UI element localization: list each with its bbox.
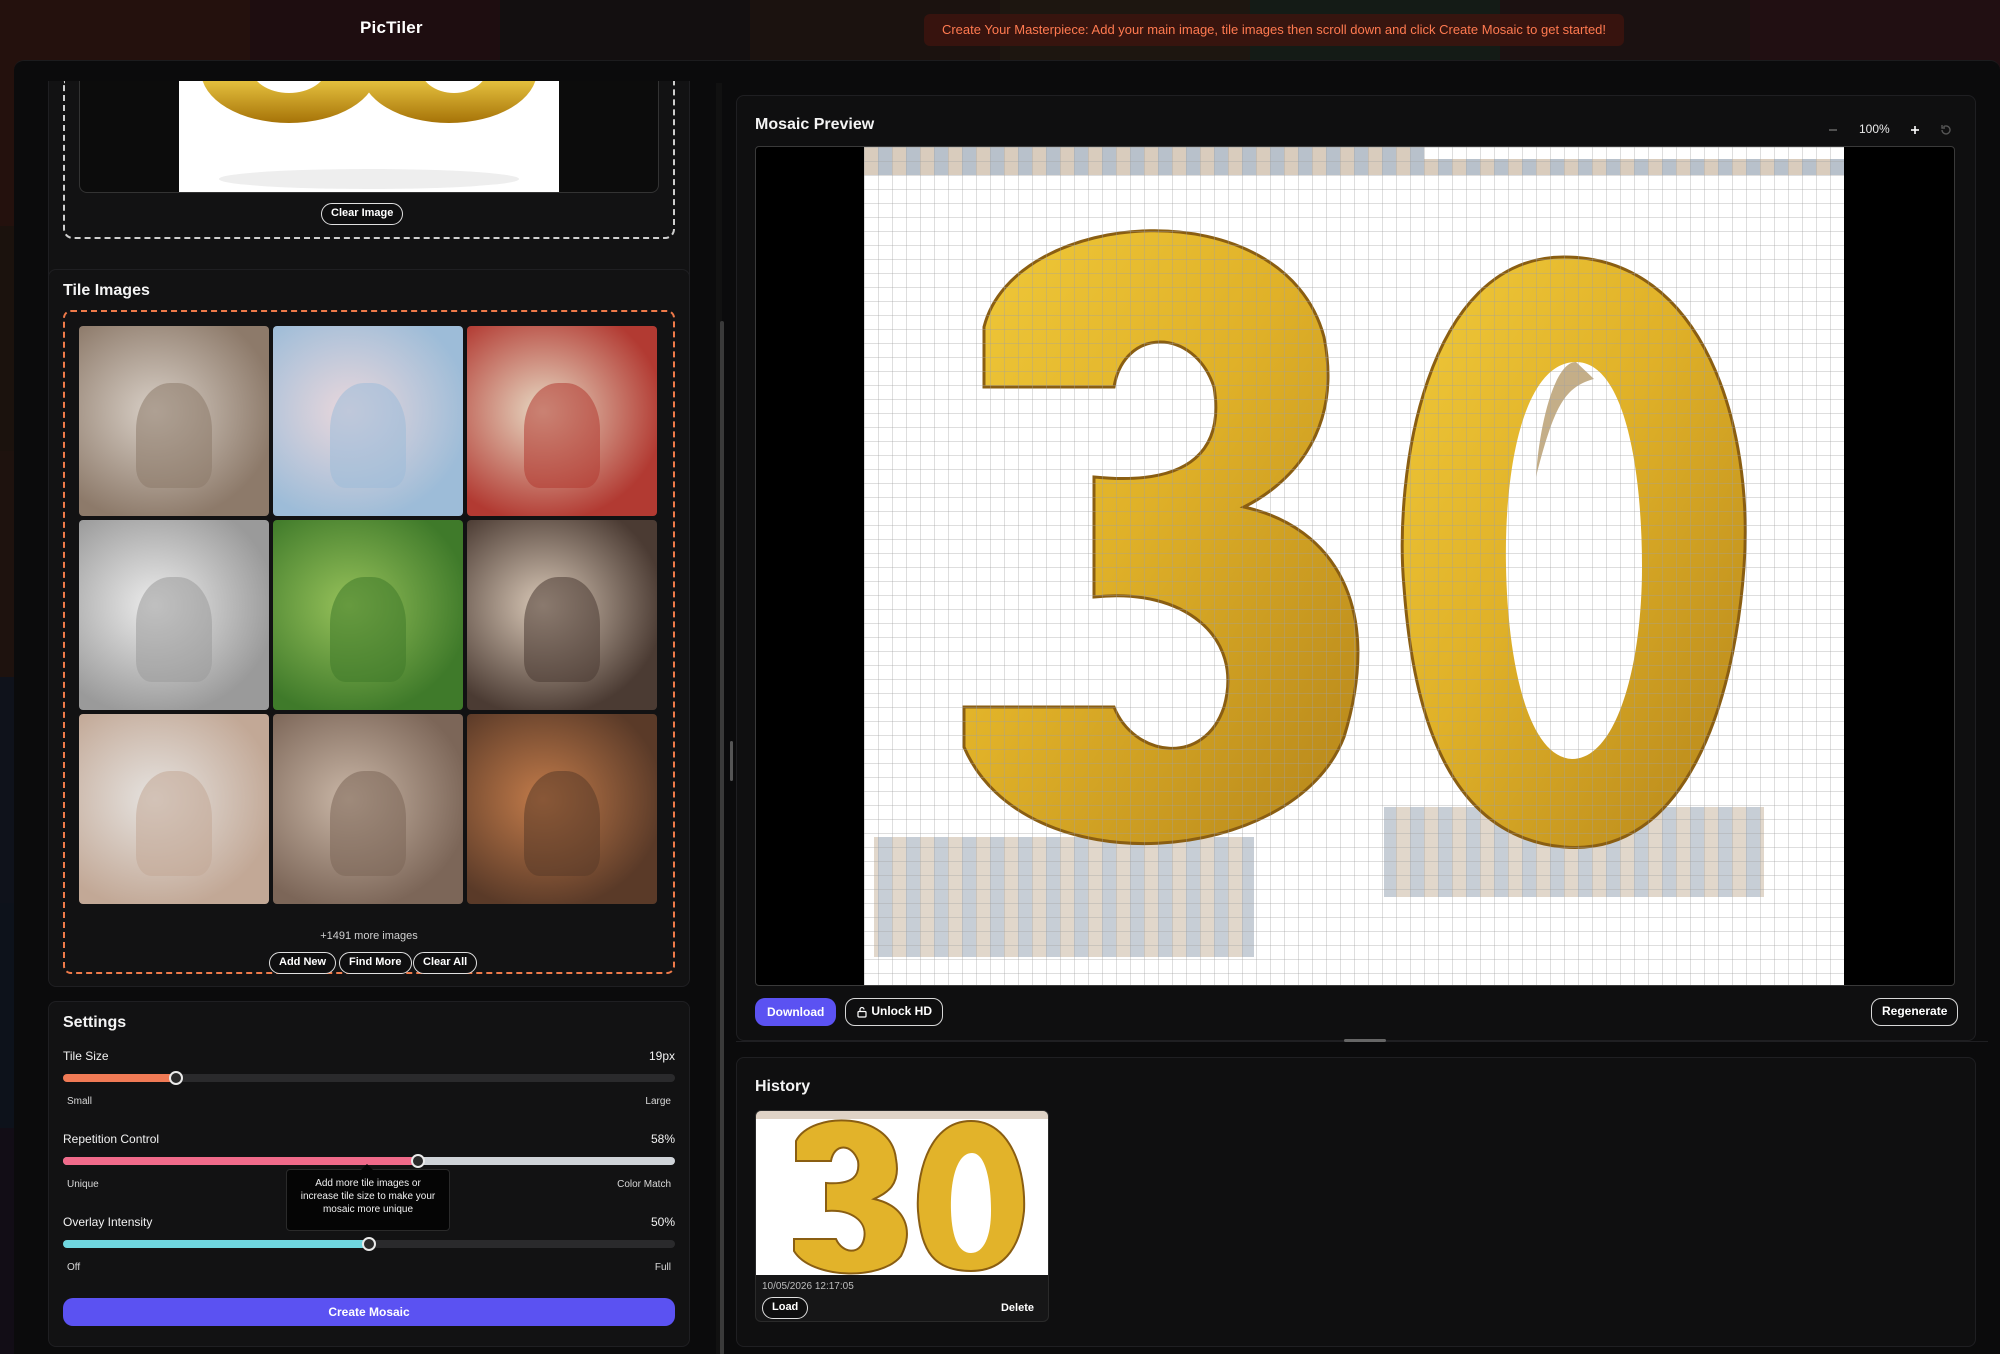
overlay-slider-thumb[interactable] bbox=[362, 1237, 376, 1251]
lock-icon bbox=[856, 1004, 868, 1018]
tile-photo-subject bbox=[136, 383, 212, 488]
history-title: History bbox=[755, 1078, 811, 1095]
repetition-min-label: Unique bbox=[67, 1179, 99, 1190]
tile-image-mother-daughter-hug[interactable] bbox=[467, 520, 657, 710]
gold-30-image bbox=[202, 81, 536, 189]
download-button[interactable]: Download bbox=[755, 998, 837, 1026]
tile-photo-subject bbox=[524, 771, 600, 876]
main-image-preview bbox=[179, 81, 559, 192]
tile-photo-subject bbox=[330, 383, 406, 488]
settings-title: Settings bbox=[63, 1014, 127, 1031]
mosaic-preview-canvas[interactable] bbox=[755, 146, 1955, 986]
tile-image-family-on-couch[interactable] bbox=[79, 326, 269, 516]
repetition-tooltip: Add more tile images or increase tile si… bbox=[286, 1164, 450, 1231]
history-item[interactable]: 10/05/2026 12:17:05 Load Delete bbox=[755, 1110, 1049, 1322]
brand-logo-text[interactable]: PicTiler bbox=[360, 18, 423, 38]
top-bar: PicTiler Create Your Masterpiece: Add yo… bbox=[0, 0, 2000, 58]
create-mosaic-button[interactable]: Create Mosaic bbox=[63, 1298, 675, 1326]
tile-size-label: Tile Size bbox=[63, 1049, 109, 1063]
mosaic-tile-grid bbox=[864, 147, 1844, 985]
tile-photo-subject bbox=[136, 577, 212, 682]
tile-photo-subject bbox=[330, 577, 406, 682]
main-image-dropzone[interactable]: Clear Image bbox=[63, 81, 675, 239]
more-images-count: +1491 more images bbox=[320, 930, 418, 942]
tile-images-dropzone[interactable]: +1491 more images Add New Find More Clea… bbox=[63, 310, 675, 974]
tile-image-grandparents-smiling[interactable] bbox=[273, 326, 463, 516]
tile-size-slider-thumb[interactable] bbox=[168, 1071, 183, 1085]
tile-size-min-label: Small bbox=[67, 1096, 93, 1107]
unlock-hd-button[interactable]: Unlock HD bbox=[845, 998, 944, 1026]
repetition-label: Repetition Control bbox=[63, 1132, 160, 1146]
regenerate-button[interactable]: Regenerate bbox=[1871, 998, 1959, 1026]
mosaic-preview-card: Mosaic Preview 100% Download Unlock HD R… bbox=[736, 95, 1976, 1041]
history-card: History 10/05/2026 12:17:05 Load Delete bbox=[736, 1057, 1976, 1347]
tile-photo-subject bbox=[136, 771, 212, 876]
tile-image-kids-playing-in-park[interactable] bbox=[273, 520, 463, 710]
mosaic-image bbox=[864, 147, 1844, 985]
overlay-min-label: Off bbox=[67, 1262, 81, 1273]
tile-size-slider-fill bbox=[63, 1074, 176, 1082]
tile-photo-subject bbox=[524, 577, 600, 682]
tile-image-elderly-couple-laptop[interactable] bbox=[467, 714, 657, 904]
instruction-banner: Create Your Masterpiece: Add your main i… bbox=[924, 14, 1624, 46]
reset-icon[interactable] bbox=[1939, 122, 1953, 137]
zoom-out-icon[interactable] bbox=[1827, 122, 1839, 136]
tile-size-slider[interactable] bbox=[63, 1071, 675, 1085]
section-resize-handle[interactable] bbox=[1344, 1039, 1386, 1042]
history-mosaic-thumb bbox=[756, 1111, 1048, 1275]
tile-image-baby-hand[interactable] bbox=[79, 714, 269, 904]
repetition-slider-thumb[interactable] bbox=[410, 1154, 425, 1168]
repetition-max-label: Color Match bbox=[617, 1179, 671, 1190]
zoom-level: 100% bbox=[1859, 122, 1890, 136]
overlay-label: Overlay Intensity bbox=[63, 1215, 153, 1229]
clear-image-button[interactable]: Clear Image bbox=[321, 203, 404, 225]
main-image-card: Clear Image bbox=[48, 81, 690, 299]
tile-size-max-label: Large bbox=[645, 1096, 671, 1107]
tile-photo-subject bbox=[524, 383, 600, 488]
history-load-button[interactable]: Load bbox=[762, 1297, 809, 1319]
clear-all-button[interactable]: Clear All bbox=[413, 952, 478, 974]
tile-photo-subject bbox=[330, 771, 406, 876]
tile-image-grid bbox=[79, 326, 659, 904]
overlay-slider[interactable] bbox=[63, 1237, 675, 1251]
overlay-max-label: Full bbox=[654, 1262, 671, 1273]
repetition-value: 58% bbox=[650, 1132, 675, 1146]
history-thumbnail[interactable] bbox=[756, 1111, 1048, 1275]
overlay-value: 50% bbox=[650, 1215, 675, 1229]
unlock-hd-label: Unlock HD bbox=[871, 1004, 933, 1018]
column-resize-handle[interactable] bbox=[730, 741, 733, 781]
find-more-button[interactable]: Find More bbox=[339, 952, 412, 974]
zoom-in-icon[interactable] bbox=[1909, 122, 1921, 136]
mosaic-preview-title: Mosaic Preview bbox=[755, 116, 875, 133]
tile-image-father-newborn[interactable] bbox=[273, 714, 463, 904]
left-scrollbar-thumb[interactable] bbox=[720, 321, 724, 1354]
tile-size-value: 19px bbox=[648, 1049, 675, 1063]
tile-images-title: Tile Images bbox=[63, 282, 150, 299]
history-delete-button[interactable]: Delete bbox=[1001, 1302, 1034, 1314]
history-date: 10/05/2026 12:17:05 bbox=[762, 1281, 854, 1292]
tile-image-father-daughter-brushing[interactable] bbox=[79, 520, 269, 710]
main-image-frame bbox=[79, 81, 659, 193]
overlay-slider-fill bbox=[63, 1240, 369, 1248]
app-panel: Clear Image Tile Images +1491 more image… bbox=[14, 60, 2000, 1354]
add-new-button[interactable]: Add New bbox=[269, 952, 337, 974]
tile-image-kids-party[interactable] bbox=[467, 326, 657, 516]
tile-images-card: Tile Images +1491 more images Add New Fi… bbox=[48, 269, 690, 987]
